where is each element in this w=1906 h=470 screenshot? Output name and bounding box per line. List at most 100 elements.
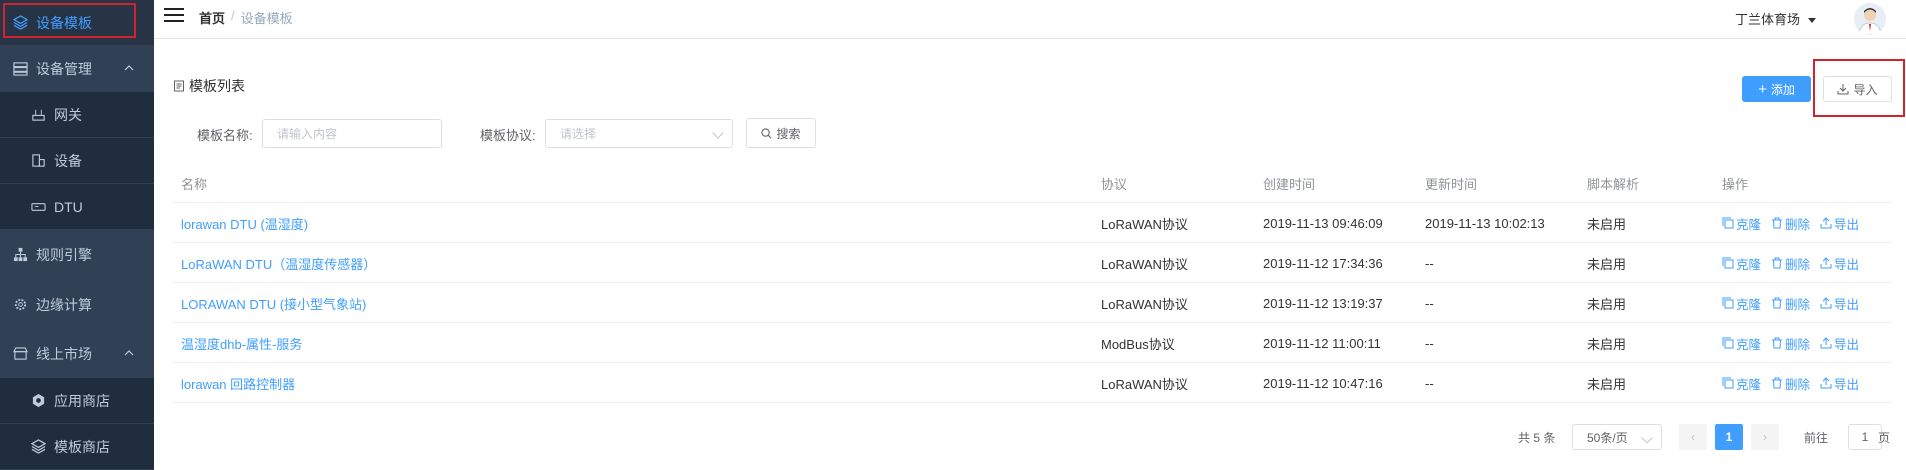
export-button[interactable]: 导出	[1820, 214, 1859, 233]
upload-icon	[1820, 217, 1832, 229]
table-row: LoRaWAN DTU（温湿度传感器） LoRaWAN协议 2019-11-12…	[173, 243, 1891, 283]
export-button[interactable]: 导出	[1820, 254, 1859, 273]
export-label: 导出	[1834, 377, 1860, 392]
hierarchy-icon	[12, 247, 28, 263]
page-size-select[interactable]: 50条/页	[1572, 424, 1662, 450]
gear-icon	[12, 297, 28, 313]
search-icon	[761, 127, 772, 138]
delete-button[interactable]: 删除	[1771, 374, 1810, 393]
import-button[interactable]: 导入	[1823, 76, 1892, 102]
copy-icon	[1722, 257, 1734, 269]
updated-cell: --	[1425, 295, 1434, 311]
script-cell: 未启用	[1587, 296, 1627, 312]
server-icon	[12, 61, 28, 77]
template-name-input[interactable]: 请输入内容	[262, 119, 442, 148]
next-page-button[interactable]: ›	[1751, 424, 1779, 450]
export-button[interactable]: 导出	[1820, 374, 1859, 393]
table-row: lorawan 回路控制器 LoRaWAN协议 2019-11-12 10:47…	[173, 363, 1891, 403]
script-cell: 未启用	[1587, 256, 1627, 272]
copy-icon	[1722, 217, 1734, 229]
upload-icon	[1820, 257, 1832, 269]
goto-label: 前往	[1804, 430, 1829, 445]
sidebar-item-label: 线上市场	[36, 345, 92, 362]
breadcrumb-home[interactable]: 首页	[199, 8, 225, 27]
page-number-current[interactable]: 1	[1715, 424, 1743, 450]
sidebar-item-dtu[interactable]: DTU	[0, 184, 154, 229]
created-cell: 2019-11-12 17:34:36	[1263, 255, 1383, 271]
sidebar-item-label: 边缘计算	[36, 296, 92, 313]
sidebar-item-device-management[interactable]: 设备管理	[0, 46, 154, 91]
delete-button[interactable]: 删除	[1771, 214, 1810, 233]
protocol-cell: ModBus协议	[1101, 336, 1175, 352]
search-button[interactable]: 搜索	[746, 118, 816, 148]
clone-button[interactable]: 克隆	[1722, 254, 1761, 273]
row-actions: 克隆 删除 导出	[1722, 323, 1859, 363]
delete-button[interactable]: 删除	[1771, 294, 1810, 313]
sidebar-item-label: 规则引擎	[36, 246, 92, 263]
template-name-label: 模板名称:	[197, 128, 253, 143]
template-name-link[interactable]: LoRaWAN DTU（温湿度传感器）	[181, 243, 376, 283]
top-header: 首页 / 设备模板 丁兰体育场	[154, 0, 1906, 39]
clone-label: 克隆	[1736, 257, 1762, 272]
hamburger-menu-icon[interactable]	[164, 8, 184, 26]
goto-page-input[interactable]: 1	[1848, 424, 1882, 450]
updated-cell: 2019-11-13 10:02:13	[1425, 215, 1545, 231]
sidebar-item-device-template[interactable]: 设备模板	[0, 0, 154, 45]
delete-button[interactable]: 删除	[1771, 334, 1810, 353]
card-title: 模板列表	[173, 76, 245, 96]
chevron-up-icon	[124, 65, 134, 71]
export-button[interactable]: 导出	[1820, 334, 1859, 353]
sidebar-item-label: 设备	[54, 152, 82, 169]
delete-label: 删除	[1785, 217, 1811, 232]
row-actions: 克隆 删除 导出	[1722, 243, 1859, 283]
delete-label: 删除	[1785, 337, 1811, 352]
prev-page-button[interactable]: ‹	[1679, 424, 1707, 450]
delete-label: 删除	[1785, 257, 1811, 272]
sidebar-item-device[interactable]: 设备	[0, 138, 154, 183]
breadcrumb: 首页 / 设备模板	[199, 8, 293, 27]
sidebar-item-template-store[interactable]: 模板商店	[0, 424, 154, 469]
template-protocol-select[interactable]: 请选择	[545, 119, 733, 148]
template-name-link[interactable]: LORAWAN DTU (接小型气象站)	[181, 283, 366, 323]
add-button[interactable]: + 添加	[1742, 76, 1811, 102]
sidebar-item-edge-computing[interactable]: 边缘计算	[0, 282, 154, 327]
script-cell: 未启用	[1587, 336, 1627, 352]
user-dropdown[interactable]: 丁兰体育场	[1735, 9, 1816, 28]
user-name: 丁兰体育场	[1734, 12, 1800, 27]
export-button[interactable]: 导出	[1820, 294, 1859, 313]
template-name-link[interactable]: lorawan DTU (温湿度)	[181, 203, 308, 243]
sidebar-item-rule-engine[interactable]: 规则引擎	[0, 232, 154, 277]
download-icon	[1837, 84, 1849, 95]
export-label: 导出	[1834, 337, 1860, 352]
trash-icon	[1772, 217, 1783, 229]
created-cell: 2019-11-13 09:46:09	[1263, 215, 1383, 231]
sidebar-item-gateway[interactable]: 网关	[0, 92, 154, 137]
caret-down-icon	[1808, 17, 1816, 23]
delete-button[interactable]: 删除	[1771, 254, 1810, 273]
template-name-link[interactable]: 温湿度dhb-属性-服务	[181, 323, 302, 363]
clone-button[interactable]: 克隆	[1722, 214, 1761, 233]
page-suffix: 页	[1878, 430, 1891, 445]
updated-cell: --	[1425, 375, 1434, 391]
protocol-cell: LoRaWAN协议	[1101, 256, 1188, 272]
template-name-link[interactable]: lorawan 回路控制器	[181, 363, 295, 403]
page-size-value: 50条/页	[1587, 430, 1628, 445]
delete-label: 删除	[1785, 377, 1811, 392]
clone-button[interactable]: 克隆	[1722, 294, 1761, 313]
clone-button[interactable]: 克隆	[1722, 334, 1761, 353]
layers-icon	[30, 439, 46, 455]
table-header-row: 名称 协议 创建时间 更新时间 脚本解析 操作	[173, 163, 1891, 203]
clone-button[interactable]: 克隆	[1722, 374, 1761, 393]
sidebar-item-app-store[interactable]: 应用商店	[0, 378, 154, 423]
template-name-placeholder: 请输入内容	[277, 127, 338, 141]
upload-icon	[1820, 297, 1832, 309]
copy-icon	[1722, 337, 1734, 349]
upload-icon	[1820, 337, 1832, 349]
trash-icon	[1772, 337, 1783, 349]
trash-icon	[1772, 297, 1783, 309]
sidebar-item-online-market[interactable]: 线上市场	[0, 331, 154, 376]
avatar[interactable]	[1854, 3, 1886, 35]
column-header-actions: 操作	[1722, 176, 1749, 192]
created-cell: 2019-11-12 10:47:16	[1263, 375, 1383, 391]
column-header-script: 脚本解析	[1587, 176, 1640, 192]
